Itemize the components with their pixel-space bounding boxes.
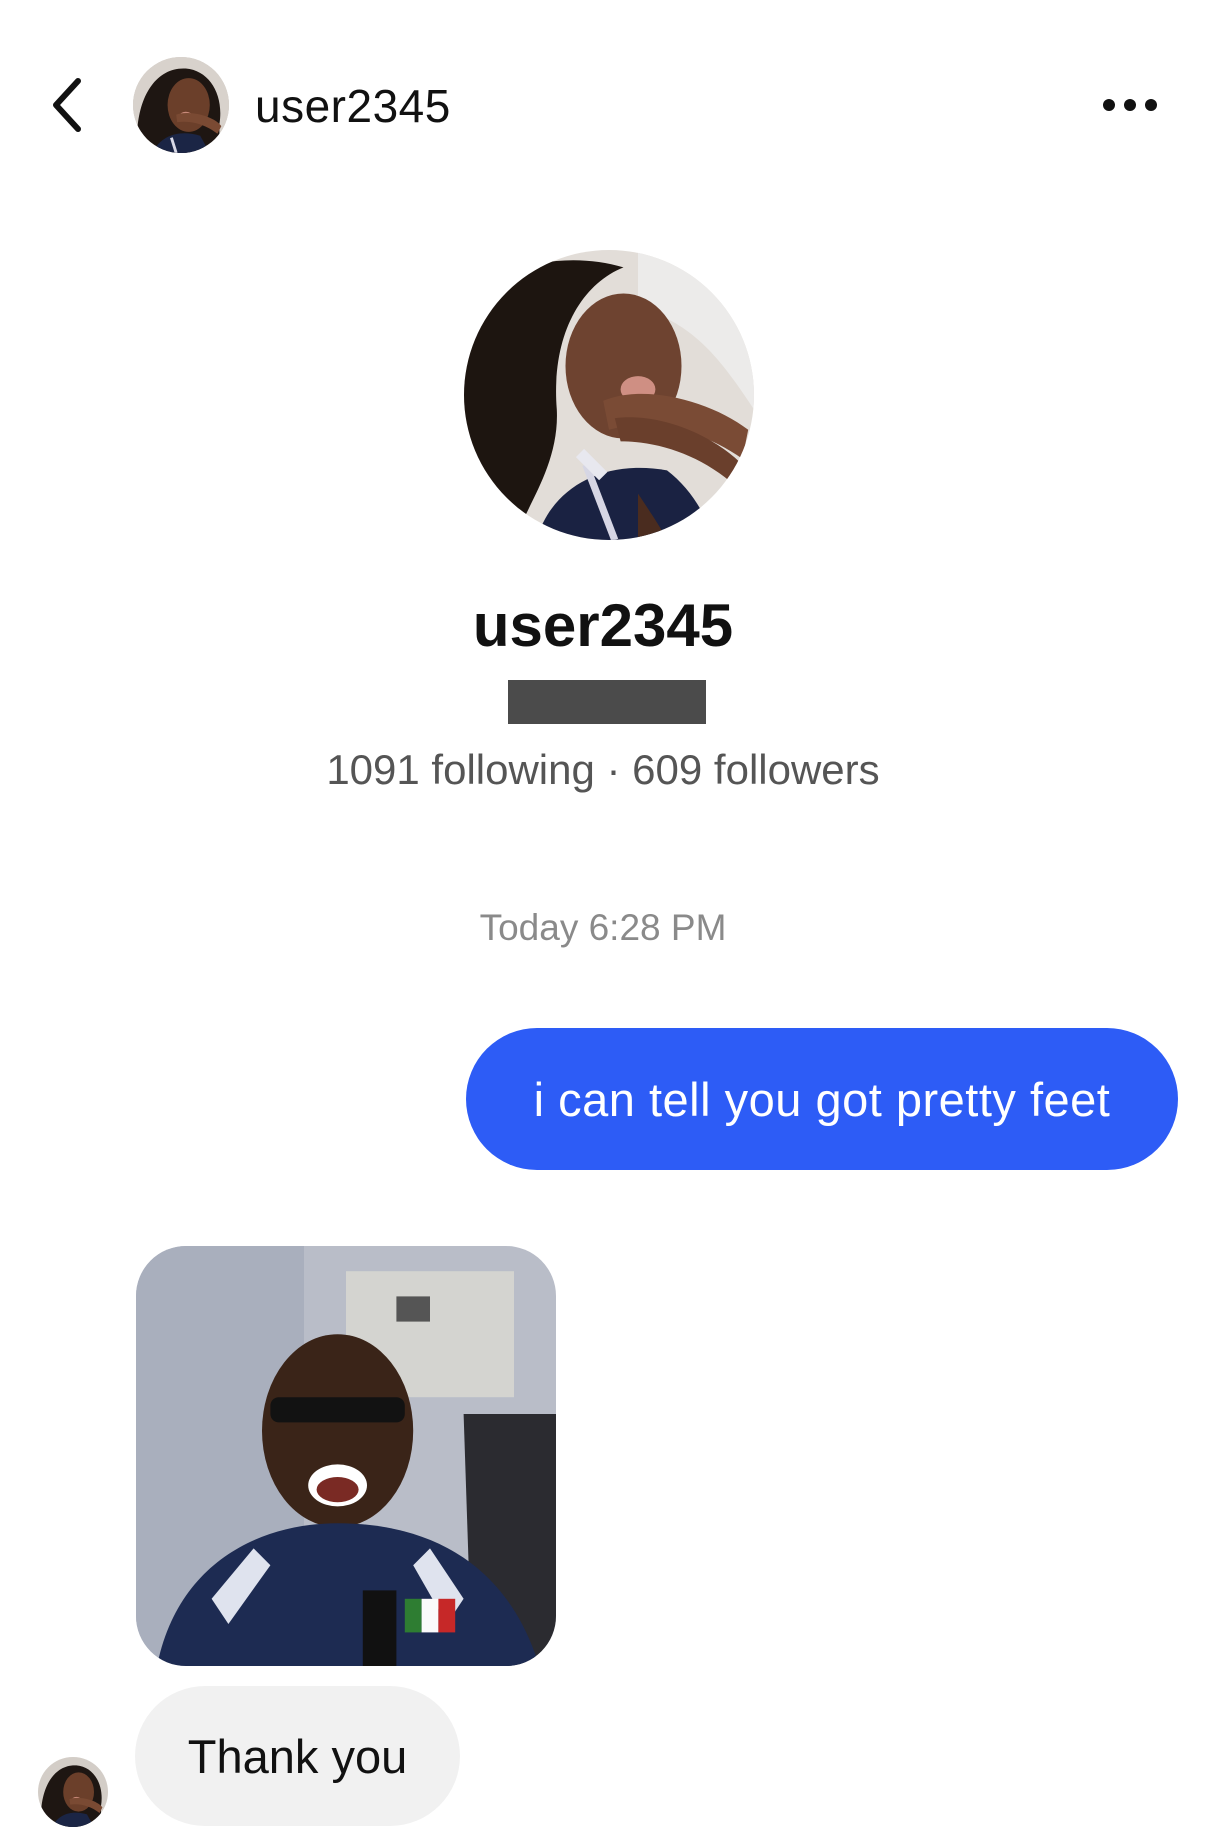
incoming-message-bubble[interactable]: Thank you xyxy=(135,1686,460,1826)
chat-header: user2345 xyxy=(0,0,1206,210)
more-options-button[interactable] xyxy=(1095,80,1165,130)
profile-photo xyxy=(464,250,754,540)
redacted-name-bar xyxy=(508,680,706,724)
reaction-photo xyxy=(136,1246,556,1666)
back-button[interactable] xyxy=(38,70,98,140)
chevron-left-icon xyxy=(53,78,81,132)
profile-stats: 1091 following · 609 followers xyxy=(326,746,880,793)
profile-username: user2345 xyxy=(472,592,734,659)
avatar-photo xyxy=(133,57,229,153)
more-horizontal-icon xyxy=(1103,99,1157,111)
header-avatar[interactable] xyxy=(133,57,229,153)
sender-avatar-photo xyxy=(38,1757,108,1827)
incoming-image-message[interactable] xyxy=(136,1246,556,1666)
outgoing-message-bubble[interactable]: i can tell you got pretty feet xyxy=(466,1028,1178,1170)
header-username[interactable]: user2345 xyxy=(255,78,451,134)
sender-avatar[interactable] xyxy=(38,1757,108,1827)
profile-avatar[interactable] xyxy=(464,250,754,540)
message-timestamp: Today 6:28 PM xyxy=(479,907,727,948)
